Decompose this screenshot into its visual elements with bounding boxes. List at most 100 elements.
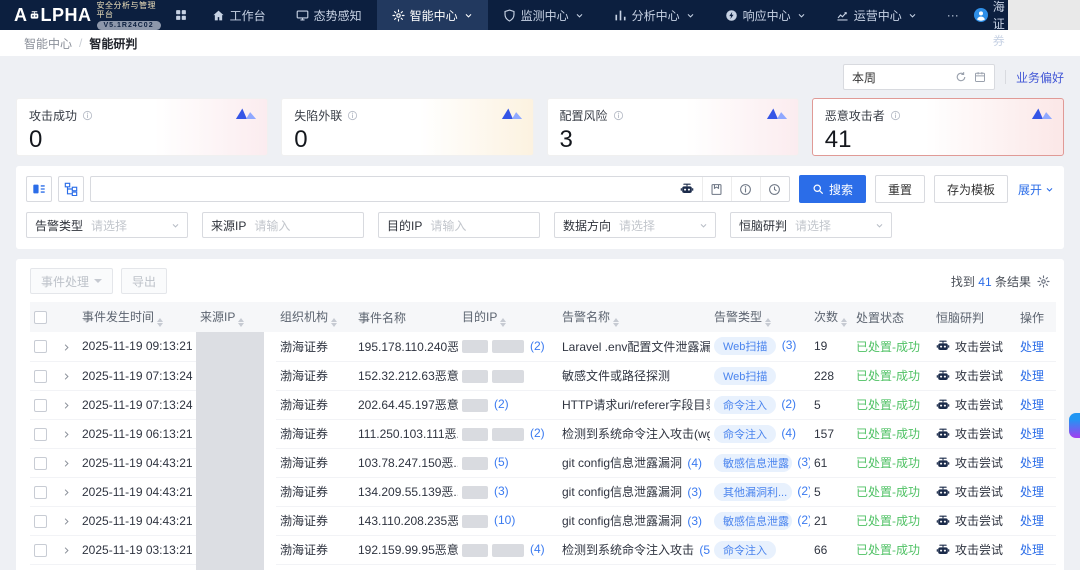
- refresh-icon[interactable]: [955, 71, 967, 83]
- filter-input-1[interactable]: 来源IP 请输入: [202, 212, 364, 238]
- row-checkbox[interactable]: [34, 514, 47, 528]
- business-preference-link[interactable]: 业务偏好: [1016, 69, 1064, 86]
- ai-assistant-icon[interactable]: [673, 177, 702, 201]
- view-card-toggle[interactable]: [26, 176, 52, 202]
- row-checkbox[interactable]: [34, 456, 47, 470]
- row-checkbox[interactable]: [34, 485, 47, 499]
- dest-ip-count[interactable]: (2): [494, 397, 509, 411]
- cell-event-name[interactable]: 111.250.103.111恶...: [354, 419, 458, 449]
- column-header[interactable]: 组织机构: [276, 302, 354, 332]
- select-all-checkbox[interactable]: [34, 311, 47, 325]
- filter-select-4[interactable]: 恒脑研判 请选择: [730, 212, 892, 238]
- filter-select-0[interactable]: 告警类型 请选择: [26, 212, 188, 238]
- column-header[interactable]: 来源IP: [196, 302, 276, 332]
- cell-alert-name[interactable]: 检测到系统命令注入攻击(wget) (13): [558, 564, 710, 570]
- handle-link[interactable]: 处理: [1020, 340, 1044, 354]
- cell-alert-name[interactable]: git config信息泄露漏洞 (3): [558, 477, 710, 507]
- view-tree-toggle[interactable]: [58, 176, 84, 202]
- cell-event-name[interactable]: 103.78.247.150恶...: [354, 448, 458, 478]
- cell-event-name[interactable]: 202.64.45.197恶意...: [354, 390, 458, 420]
- search-button[interactable]: 搜索: [798, 175, 866, 203]
- cell-event-name[interactable]: 113.228.58.7恶意攻...: [354, 564, 458, 570]
- nav-item-3[interactable]: 监测中心: [488, 0, 599, 30]
- sort-icon[interactable]: [841, 317, 848, 327]
- batch-handle-button[interactable]: 事件处理: [30, 268, 114, 294]
- type-count[interactable]: (2): [797, 513, 810, 527]
- alert-count[interactable]: (3): [687, 485, 702, 499]
- cell-event-name[interactable]: 192.159.99.95恶意...: [354, 535, 458, 565]
- user-menu[interactable]: 渤海证券: [973, 0, 1005, 49]
- row-checkbox[interactable]: [34, 427, 47, 441]
- cell-event-name[interactable]: 143.110.208.235恶...: [354, 506, 458, 536]
- alert-count[interactable]: (3): [687, 514, 702, 528]
- sort-icon[interactable]: [157, 317, 164, 327]
- dest-ip-count[interactable]: (2): [530, 426, 545, 440]
- handle-link[interactable]: 处理: [1020, 514, 1044, 528]
- cell-alert-name[interactable]: git config信息泄露漏洞 (3): [558, 506, 710, 536]
- breadcrumb-parent[interactable]: 智能中心: [24, 35, 72, 52]
- nav-item-2[interactable]: 智能中心: [376, 0, 488, 30]
- handle-link[interactable]: 处理: [1020, 369, 1044, 383]
- row-expand-icon[interactable]: [62, 401, 71, 410]
- handle-link[interactable]: 处理: [1020, 398, 1044, 412]
- handle-link[interactable]: 处理: [1020, 456, 1044, 470]
- apps-grid-icon[interactable]: [175, 9, 187, 21]
- sort-icon[interactable]: [238, 317, 245, 327]
- type-count[interactable]: (3): [797, 455, 810, 469]
- row-checkbox[interactable]: [34, 340, 47, 354]
- row-expand-icon[interactable]: [62, 488, 71, 497]
- nav-item-7[interactable]: ···: [932, 0, 974, 30]
- save-template-button[interactable]: 存为模板: [933, 175, 1008, 203]
- row-expand-icon[interactable]: [62, 459, 71, 468]
- row-expand-icon[interactable]: [62, 517, 71, 526]
- sort-icon[interactable]: [500, 317, 507, 327]
- row-checkbox[interactable]: [34, 369, 47, 383]
- sort-icon[interactable]: [765, 317, 772, 327]
- row-expand-icon[interactable]: [62, 343, 71, 352]
- dest-ip-count[interactable]: (5): [494, 455, 509, 469]
- reset-button[interactable]: 重置: [874, 175, 925, 203]
- row-checkbox[interactable]: [34, 543, 47, 557]
- expand-link[interactable]: 展开: [1018, 181, 1054, 198]
- filter-select-3[interactable]: 数据方向 请选择: [554, 212, 716, 238]
- filter-input-2[interactable]: 目的IP 请输入: [378, 212, 540, 238]
- column-header[interactable]: 事件发生时间: [78, 302, 196, 332]
- row-expand-icon[interactable]: [62, 430, 71, 439]
- cell-alert-name[interactable]: HTTP请求uri/referer字段目录遍历 (4): [558, 390, 710, 420]
- saved-search-icon[interactable]: [701, 177, 731, 201]
- nav-item-5[interactable]: 响应中心: [710, 0, 821, 30]
- cell-alert-name[interactable]: 检测到系统命令注入攻击(wget) (13): [558, 419, 710, 449]
- dest-ip-count[interactable]: (3): [494, 484, 509, 498]
- sort-icon[interactable]: [331, 317, 338, 327]
- dest-ip-count[interactable]: (2): [530, 339, 545, 353]
- column-header[interactable]: 告警类型: [710, 302, 810, 332]
- history-clock-icon[interactable]: [759, 177, 789, 201]
- type-count[interactable]: (2): [797, 484, 810, 498]
- nav-item-0[interactable]: 工作台: [197, 0, 281, 30]
- brand-logo[interactable]: A LPHA 安全分析与管理平台 V5.1R24C02: [0, 1, 169, 30]
- stat-card-config-risk[interactable]: 配置风险 3: [546, 98, 799, 156]
- column-settings-icon[interactable]: [1037, 274, 1050, 288]
- row-expand-icon[interactable]: [62, 372, 71, 381]
- handle-link[interactable]: 处理: [1020, 543, 1044, 557]
- stat-card-compromise[interactable]: 失陷外联 0: [281, 98, 534, 156]
- dest-ip-count[interactable]: (4): [530, 542, 545, 556]
- cell-alert-name[interactable]: 敏感文件或路径探测: [558, 361, 710, 391]
- nav-item-4[interactable]: 分析中心: [599, 0, 710, 30]
- handle-link[interactable]: 处理: [1020, 427, 1044, 441]
- row-expand-icon[interactable]: [62, 546, 71, 555]
- dest-ip-count[interactable]: (10): [494, 513, 515, 527]
- type-count[interactable]: (2): [781, 397, 796, 411]
- export-button[interactable]: 导出: [121, 268, 168, 294]
- type-count[interactable]: (3): [782, 338, 797, 352]
- info-icon[interactable]: [730, 177, 760, 201]
- stat-card-malicious-attackers[interactable]: 恶意攻击者 41: [811, 98, 1064, 156]
- alert-count[interactable]: (4): [687, 456, 702, 470]
- column-header[interactable]: 目的IP: [458, 302, 558, 332]
- cell-event-name[interactable]: 195.178.110.240恶...: [354, 332, 458, 362]
- cell-alert-name[interactable]: git config信息泄露漏洞 (4): [558, 448, 710, 478]
- type-count[interactable]: (4): [781, 426, 796, 440]
- calendar-icon[interactable]: [974, 71, 986, 83]
- cell-alert-name[interactable]: 检测到系统命令注入攻击 (5): [558, 535, 710, 565]
- alert-count[interactable]: (5): [699, 543, 710, 557]
